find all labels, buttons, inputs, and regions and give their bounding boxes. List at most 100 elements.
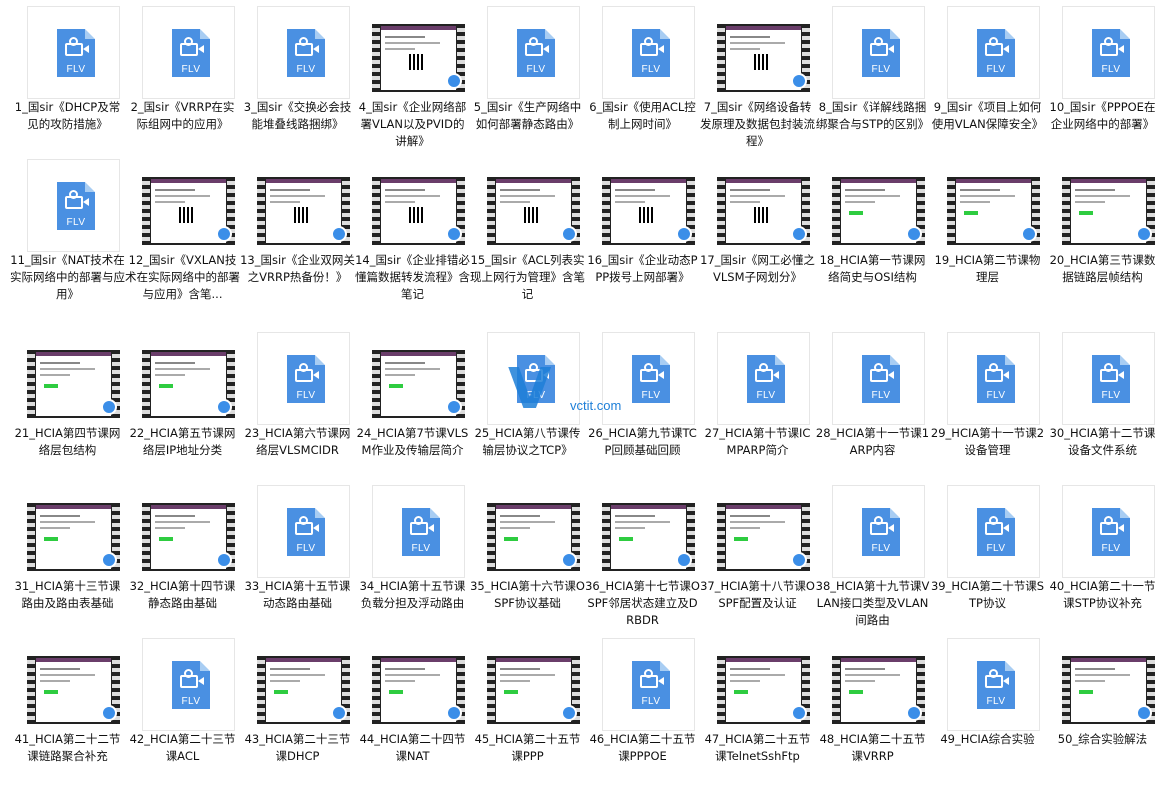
file-item[interactable]: 12_国sir《VXLAN技术在实际网络中的部署与应用》含笔... — [125, 155, 240, 312]
file-item[interactable]: 19_HCIA第二节课物理层 — [930, 155, 1045, 312]
file-item[interactable]: 45_HCIA第二十五节课PPP — [470, 634, 585, 791]
file-type-label: FLV — [526, 390, 546, 401]
flv-file-icon: FLV — [947, 332, 1040, 425]
file-thumbnail: FLV — [602, 638, 695, 731]
video-thumbnail — [27, 332, 120, 425]
file-name: 40_HCIA第二十一节课STP协议补充 — [1049, 579, 1156, 610]
film-strip-icon — [27, 656, 120, 724]
file-item[interactable]: FLV 25_HCIA第八节课传输层协议之TCP》 — [470, 328, 585, 485]
file-item[interactable]: FLV 29_HCIA第十一节课2设备管理 — [930, 328, 1045, 485]
file-item[interactable]: 21_HCIA第四节课网络层包结构 — [10, 328, 125, 485]
video-file-icon: FLV — [57, 29, 95, 77]
file-item[interactable]: 43_HCIA第二十三节课DHCP — [240, 634, 355, 791]
film-strip-icon — [372, 656, 465, 724]
file-item[interactable]: FLV 6_国sir《使用ACL控制上网时间》 — [585, 2, 700, 159]
file-item[interactable]: 17_国sir《网工必懂之VLSM子网划分》 — [700, 155, 815, 312]
file-item[interactable]: 20_HCIA第三节课数据链路层帧结构 — [1045, 155, 1160, 312]
file-item[interactable]: 18_HCIA第一节课网络简史与OSI结构 — [815, 155, 930, 312]
file-thumbnail: FLV — [487, 6, 580, 99]
file-item[interactable]: 15_国sir《ACL列表实现上网行为管理》含笔记 — [470, 155, 585, 312]
file-name: 16_国sir《企业动态PPP拨号上网部署》 — [587, 253, 698, 284]
file-item[interactable]: FLV 8_国sir《详解线路捆绑聚合与STP的区别》 — [815, 2, 930, 159]
file-item[interactable]: 14_国sir《企业排错必懂篇数据转发流程》含笔记 — [355, 155, 470, 312]
file-item[interactable]: FLV 39_HCIA第二十节课STP协议 — [930, 481, 1045, 638]
flv-file-icon: FLV — [27, 6, 120, 99]
file-item[interactable]: FLV 40_HCIA第二十一节课STP协议补充 — [1045, 481, 1160, 638]
file-name: 43_HCIA第二十三节课DHCP — [244, 732, 351, 763]
file-item[interactable]: FLV 26_HCIA第九节课TCP回顾基础回顾 — [585, 328, 700, 485]
file-item[interactable]: FLV 11_国sir《NAT技术在实际网络中的部署与应用》 — [10, 155, 125, 312]
file-item[interactable]: FLV 33_HCIA第十五节课动态路由基础 — [240, 481, 355, 638]
file-type-label: FLV — [181, 64, 201, 75]
play-icon — [561, 705, 577, 721]
video-file-icon: FLV — [402, 508, 440, 556]
flv-file-icon: FLV — [832, 485, 925, 578]
file-item[interactable]: 13_国sir《企业双网关之VRRP热备份！》 — [240, 155, 355, 312]
file-type-label: FLV — [296, 543, 316, 554]
file-item[interactable]: 50_综合实验解法 — [1045, 634, 1160, 791]
file-item[interactable]: FLV 10_国sir《PPPOE在企业网络中的部署》 — [1045, 2, 1160, 159]
play-icon — [791, 552, 807, 568]
play-icon — [791, 226, 807, 242]
film-strip-icon — [142, 503, 235, 571]
file-thumbnail: FLV — [832, 332, 925, 425]
film-strip-icon — [1062, 656, 1155, 724]
file-item[interactable]: FLV 46_HCIA第二十五节课PPPOE — [585, 634, 700, 791]
file-item[interactable]: 4_国sir《企业网络部署VLAN以及PVID的讲解》 — [355, 2, 470, 159]
video-thumbnail — [947, 159, 1040, 252]
file-item[interactable]: 16_国sir《企业动态PPP拨号上网部署》 — [585, 155, 700, 312]
file-item[interactable]: FLV 9_国sir《项目上如何使用VLAN保障安全》 — [930, 2, 1045, 159]
video-file-icon: FLV — [57, 182, 95, 230]
file-item[interactable]: 35_HCIA第十六节课OSPF协议基础 — [470, 481, 585, 638]
file-item[interactable]: FLV 42_HCIA第二十三节课ACL — [125, 634, 240, 791]
flv-file-icon: FLV — [1062, 6, 1155, 99]
file-thumbnail: FLV — [947, 332, 1040, 425]
file-item[interactable]: 36_HCIA第十七节课OSPF邻居状态建立及DRBDR — [585, 481, 700, 638]
file-item[interactable]: 24_HCIA第7节课VLSM作业及传输层简介 — [355, 328, 470, 485]
file-name: 34_HCIA第十五节课负载分担及浮动路由 — [359, 579, 466, 610]
file-item[interactable]: 44_HCIA第二十四节课NAT — [355, 634, 470, 791]
file-item[interactable]: FLV 23_HCIA第六节课网络层VLSMCIDR — [240, 328, 355, 485]
file-item[interactable]: FLV 30_HCIA第十二节课设备文件系统 — [1045, 328, 1160, 485]
file-item[interactable]: FLV 1_国sir《DHCP及常见的攻防措施》 — [10, 2, 125, 159]
file-item[interactable]: FLV 3_国sir《交换必会技能堆叠线路捆绑》 — [240, 2, 355, 159]
file-item[interactable]: 41_HCIA第二十二节课链路聚合补充 — [10, 634, 125, 791]
file-type-label: FLV — [296, 390, 316, 401]
file-item[interactable]: 7_国sir《网络设备转发原理及数据包封装流程》 — [700, 2, 815, 159]
file-item[interactable]: 32_HCIA第十四节课静态路由基础 — [125, 481, 240, 638]
file-item[interactable]: 47_HCIA第二十五节课TelnetSshFtp — [700, 634, 815, 791]
play-icon — [676, 552, 692, 568]
file-item[interactable]: FLV 34_HCIA第十五节课负载分担及浮动路由 — [355, 481, 470, 638]
flv-file-icon: FLV — [717, 332, 810, 425]
file-item[interactable]: 37_HCIA第十八节课OSPF配置及认证 — [700, 481, 815, 638]
video-thumbnail — [27, 485, 120, 578]
file-item[interactable]: FLV 27_HCIA第十节课ICMPARP简介 — [700, 328, 815, 485]
file-item[interactable]: FLV 2_国sir《VRRP在实际组网中的应用》 — [125, 2, 240, 159]
file-item[interactable]: FLV 49_HCIA综合实验 — [930, 634, 1045, 791]
video-file-icon: FLV — [1092, 29, 1130, 77]
file-name: 42_HCIA第二十三节课ACL — [129, 732, 236, 763]
flv-file-icon: FLV — [257, 6, 350, 99]
file-item[interactable]: 48_HCIA第二十五节课VRRP — [815, 634, 930, 791]
file-item[interactable]: FLV 28_HCIA第十一节课1ARP内容 — [815, 328, 930, 485]
file-item[interactable]: 31_HCIA第十三节课路由及路由表基础 — [10, 481, 125, 638]
file-thumbnail: FLV — [257, 6, 350, 99]
video-file-icon: FLV — [632, 29, 670, 77]
file-name: 48_HCIA第二十五节课VRRP — [819, 732, 926, 763]
file-item[interactable]: 22_HCIA第五节课网络层IP地址分类 — [125, 328, 240, 485]
film-strip-icon — [832, 177, 925, 245]
video-file-icon: FLV — [1092, 355, 1130, 403]
file-item[interactable]: FLV 38_HCIA第十九节课VLAN接口类型及VLAN间路由 — [815, 481, 930, 638]
file-name: 7_国sir《网络设备转发原理及数据包封装流程》 — [700, 100, 815, 148]
play-icon — [791, 705, 807, 721]
file-name: 6_国sir《使用ACL控制上网时间》 — [589, 100, 696, 131]
file-thumbnail: FLV — [832, 485, 925, 578]
film-strip-icon — [142, 177, 235, 245]
video-file-icon: FLV — [632, 355, 670, 403]
file-thumbnail: FLV — [947, 485, 1040, 578]
file-item[interactable]: FLV 5_国sir《生产网络中如何部署静态路由》 — [470, 2, 585, 159]
flv-file-icon: FLV — [487, 6, 580, 99]
file-type-label: FLV — [871, 390, 891, 401]
file-name: 50_综合实验解法 — [1057, 732, 1148, 746]
file-name: 44_HCIA第二十四节课NAT — [359, 732, 466, 763]
